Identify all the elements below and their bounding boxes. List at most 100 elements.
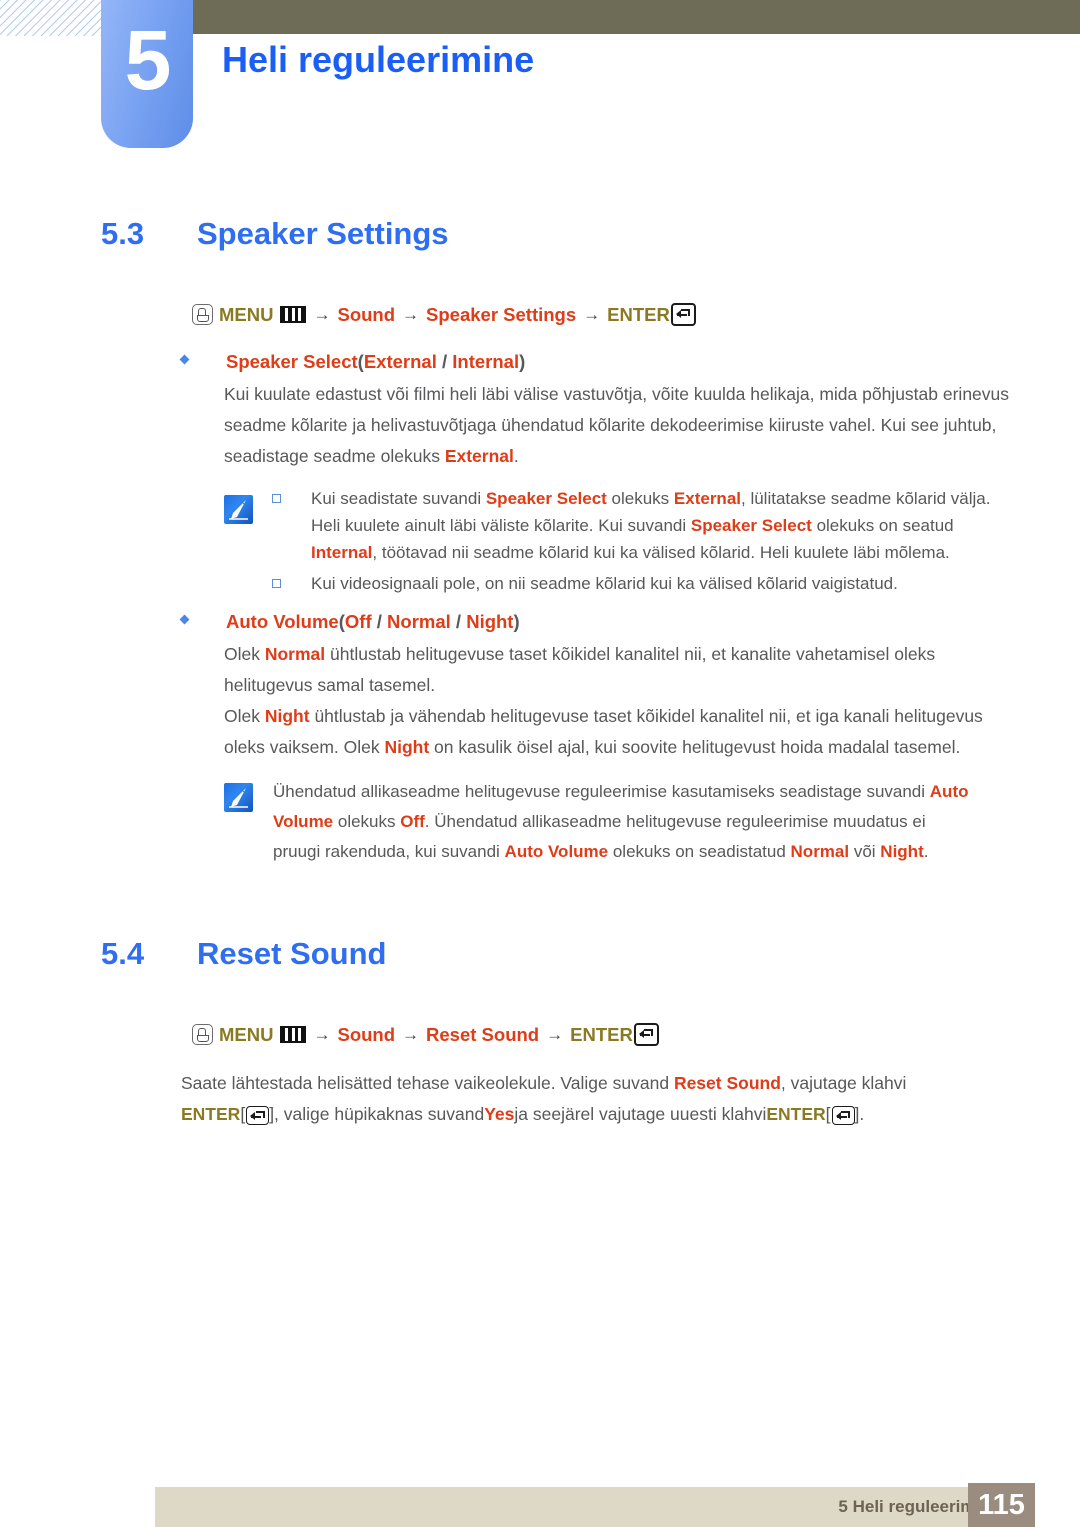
menu-label: MENU [219,1023,274,1045]
nav-p6: . [923,842,929,861]
note-pencil-glyph [229,788,248,808]
bullet-diamond-icon [179,354,190,365]
rs-c: ], valige hüpikaknas suvand [269,1104,485,1124]
chapter-title: Heli reguleerimine [222,39,535,80]
arrow-icon-4: → [313,1024,331,1044]
auto-volume-par2-line1: Olek Night ühtlustab ja vähendab helitug… [224,701,1069,732]
reset-sound-line-2: ENTER[], valige hüpikaknas suvand Yes ja… [181,1099,1041,1130]
chapter-header: 5 Heli reguleerimine [0,0,1080,160]
note-square-bullet-icon [272,494,281,503]
nav-p5: või [849,842,881,861]
av-p2-hl1: Night [264,706,310,726]
rs-enter-label-2: ENTER [766,1104,826,1124]
note-list-speaker-select: Kui seadistate suvandi Speaker Select ol… [264,485,1024,597]
paragraph-line-3-highlight: External [444,446,514,466]
menu-bars-icon [280,306,307,323]
note-hl-speaker-select-1: Speaker Select [485,489,607,508]
section-number-5-3: 5.3 [101,216,145,251]
note-item: Kui videosignaali pole, on nii seadme kõ… [264,570,1024,597]
note-pencil-icon [224,783,253,812]
nav-p2: olekuks [333,812,401,831]
menu-label: MENU [219,303,274,325]
note-hl-internal: Internal [311,543,373,562]
paragraph-auto-volume-night: Olek Night ühtlustab ja vähendab helitug… [224,701,1069,763]
bullet-title-speaker-select: Speaker Select [226,351,358,372]
rs-enter-label-1: ENTER [181,1104,241,1124]
enter-label: ENTER [570,1023,633,1045]
note-text-1e: , töötavad nii seadme kõlarid kui ka väl… [372,543,950,562]
note-text-1d: olekuks on seatud [811,516,954,535]
note-auto-volume: Ühendatud allikaseadme helitugevuse regu… [273,777,973,867]
note-pencil-icon [224,495,253,524]
option-external: External [363,351,437,372]
av-p2-b: ühtlustab ja vähendab helitugevuse taset… [309,706,983,726]
option-night: Night [466,611,514,632]
rs-hl-reset-sound: Reset Sound [673,1073,781,1093]
note-text-1b: olekuks [606,489,674,508]
header-olive-bar [193,0,1080,34]
bullet-title-auto-volume: Auto Volume [226,611,339,632]
arrow-icon-6: → [546,1024,564,1044]
av-p2-c: oleks vaiksem. Olek [224,737,385,757]
av-p1-a: Olek [224,644,265,664]
av-p2-hl2: Night [384,737,430,757]
arrow-icon-2: → [402,304,420,324]
reset-sound-line-1: Saate lähtestada helisätted tehase vaike… [181,1068,1041,1099]
nav-hl-normal: Normal [790,842,850,861]
enter-key-icon [831,1106,855,1125]
menu-path-speaker-settings: MENU → Sound → Speaker Settings → ENTER [192,303,696,326]
rs-e: ]. [854,1104,865,1124]
section-title-5-3: Speaker Settings [197,216,449,251]
bullet-diamond-icon [179,614,190,625]
option-normal: Normal [387,611,451,632]
bullet-speaker-select: Speaker Select(External / Internal) [179,350,526,374]
menu-step-speaker-settings: Speaker Settings [426,303,577,325]
nav-hl-auto-volume-2: Auto Volume [504,842,609,861]
nav-p1: Ühendatud allikaseadme helitugevuse regu… [273,782,930,801]
note-text-1a: Kui seadistate suvandi [311,489,486,508]
note-square-bullet-icon [272,579,281,588]
option-sep-3: / [450,611,467,632]
paragraph-line-3: seadistage seadme olekuks External. [224,441,1044,472]
note-hl-external: External [673,489,741,508]
note-text-2a: Kui videosignaali pole, on nii seadme kõ… [311,574,898,593]
enter-key-icon [633,1023,659,1046]
enter-key-icon [670,303,696,326]
arrow-icon-3: → [583,304,601,324]
nav-hl-off: Off [400,812,425,831]
av-p2-a: Olek [224,706,265,726]
menu-path-reset-sound: MENU → Sound → Reset Sound → ENTER [192,1023,659,1046]
enter-label: ENTER [607,303,670,325]
note-pencil-glyph [229,500,248,520]
option-off: Off [344,611,372,632]
enter-key-icon [246,1106,270,1125]
menu-step-reset-sound: Reset Sound [426,1023,540,1045]
paren-close-1: ) [519,351,526,372]
menu-bars-icon [280,1026,307,1043]
arrow-icon-5: → [402,1024,420,1044]
av-p2-d: on kasulik öisel ajal, kui soovite helit… [429,737,961,757]
paragraph-speaker-select: Kui kuulate edastust või filmi heli läbi… [224,379,1044,472]
nav-hl-night: Night [880,842,924,861]
hand-pointer-icon [192,304,213,325]
paren-close-2: ) [513,611,520,632]
rs-a: Saate lähtestada helisätted tehase vaike… [181,1073,674,1093]
page-number: 115 [968,1483,1035,1527]
section-heading-5-4: 5.4 Reset Sound [101,936,386,972]
paragraph-line-2: seadme kõlarite ja helivastuvõtjaga ühen… [224,415,997,435]
paragraph-auto-volume-normal: Olek Normal ühtlustab helitugevuse taset… [224,639,1054,701]
auto-volume-par1-line1: Olek Normal ühtlustab helitugevuse taset… [224,639,1054,670]
paragraph-line-3-text: seadistage seadme olekuks [224,446,445,466]
menu-step-sound-2: Sound [337,1023,396,1045]
rs-bracket-open-2: [ [825,1104,831,1124]
option-internal: Internal [452,351,520,372]
rs-d: ja seejärel vajutage uuesti klahvi [514,1104,767,1124]
nav-p4: olekuks on seadistatud [608,842,791,861]
paragraph-line-1: Kui kuulate edastust või filmi heli läbi… [224,384,1010,404]
rs-b: , vajutage klahvi [780,1073,907,1093]
menu-step-sound: Sound [337,303,396,325]
av-p1-b: ühtlustab helitugevuse taset kõikidel ka… [325,644,936,664]
note-hl-speaker-select-2: Speaker Select [690,516,812,535]
arrow-icon-1: → [313,304,331,324]
chapter-number: 5 [124,13,172,107]
